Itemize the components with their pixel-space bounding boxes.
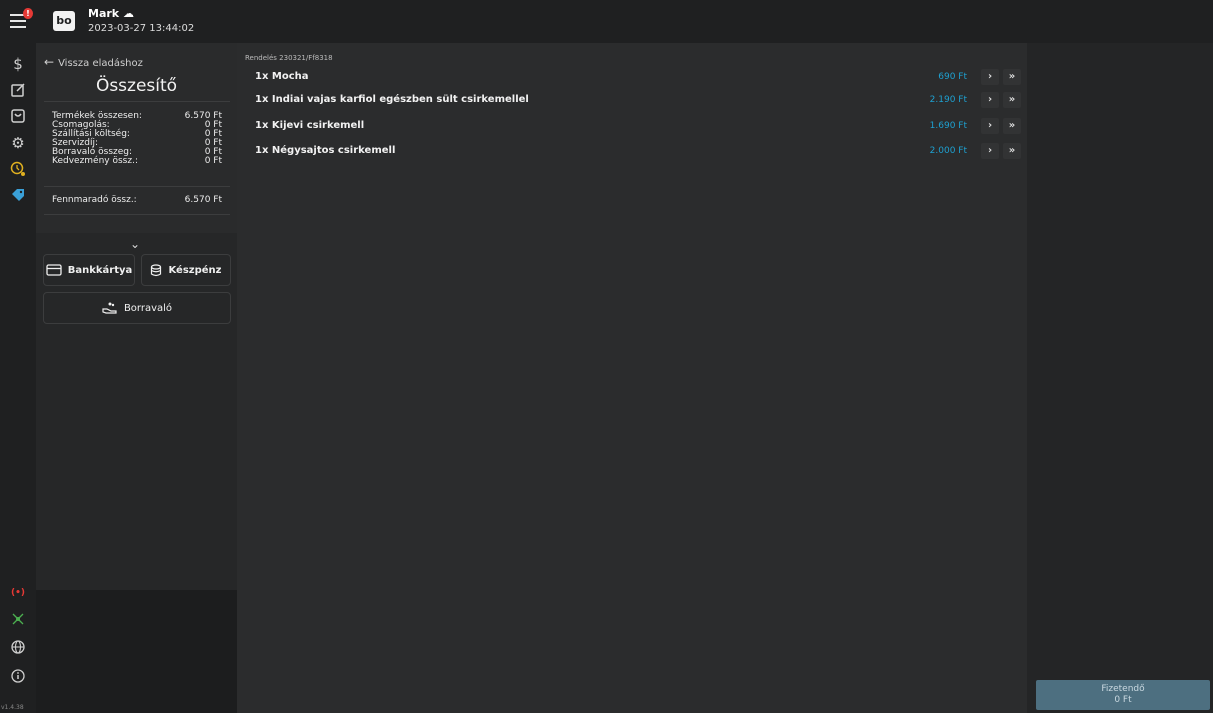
coins-icon bbox=[151, 263, 162, 276]
tip-label: Borravaló bbox=[123, 302, 173, 314]
order-item-name: 1x Kijevi csirkemell bbox=[255, 120, 365, 131]
summary-card: ← Vissza eladáshoz Összesítő Termékek öss… bbox=[36, 43, 237, 233]
order-item-name: 1x Mocha bbox=[255, 71, 309, 82]
back-label: Vissza eladáshoz bbox=[58, 58, 143, 69]
tip-button[interactable]: Borravaló bbox=[43, 292, 231, 324]
summary-row-label: Kedvezmény össz.: bbox=[52, 156, 138, 166]
top-bar: ! bo Mark ☁ 2023-03-27 13:44:02 bbox=[0, 0, 1213, 43]
tip-hand-icon bbox=[102, 302, 117, 314]
version-label: v1.4.38 bbox=[1, 704, 24, 711]
order-item-price: 2.000 Ft bbox=[929, 146, 967, 156]
arrow-left-icon: ← bbox=[44, 55, 55, 69]
cash-payment-label: Készpénz bbox=[168, 264, 222, 276]
move-all-button[interactable]: » bbox=[1003, 118, 1021, 134]
globe-icon[interactable] bbox=[8, 637, 28, 657]
notification-badge: ! bbox=[23, 8, 33, 19]
order-item-price: 690 Ft bbox=[938, 72, 967, 82]
order-item-price: 1.690 Ft bbox=[929, 121, 967, 131]
menu-icon-line bbox=[10, 20, 26, 22]
summary-row: Kedvezmény össz.: 0 Ft bbox=[52, 157, 222, 166]
checkout-button[interactable]: Fizetendő 0 Ft bbox=[1036, 680, 1210, 710]
checkout-label: Fizetendő bbox=[1101, 684, 1145, 694]
remaining-row: Fennmaradó össz.: 6.570 Ft bbox=[52, 196, 222, 205]
order-item[interactable]: 1x Kijevi csirkemell 1.690 Ft › » bbox=[255, 118, 1025, 134]
menu-button[interactable]: ! bbox=[10, 8, 33, 28]
move-one-button[interactable]: › bbox=[981, 92, 999, 108]
remaining-value: 6.570 Ft bbox=[184, 195, 222, 205]
gear-icon[interactable]: ⚙ bbox=[8, 133, 28, 153]
back-to-sale-link[interactable]: ← Vissza eladáshoz bbox=[44, 55, 143, 69]
move-one-button[interactable]: › bbox=[981, 118, 999, 134]
menu-icon-line bbox=[10, 26, 26, 28]
move-all-button[interactable]: » bbox=[1003, 92, 1021, 108]
order-number: Rendelés 230321/Ff8318 bbox=[245, 54, 333, 62]
summary-row-value: 0 Ft bbox=[204, 156, 222, 166]
order-item-name: 1x Indiai vajas karfiol egészben sült cs… bbox=[255, 94, 529, 105]
page-title: Összesítő bbox=[95, 76, 178, 96]
clock-alert-icon[interactable] bbox=[8, 159, 28, 179]
shopping-bag-icon[interactable] bbox=[8, 106, 28, 126]
user-name: Mark ☁ bbox=[88, 7, 134, 20]
card-payment-label: Bankkártya bbox=[67, 264, 133, 276]
divider bbox=[44, 186, 230, 187]
network-icon bbox=[8, 609, 28, 629]
move-all-button[interactable]: » bbox=[1003, 69, 1021, 85]
move-all-button[interactable]: » bbox=[1003, 143, 1021, 159]
tag-icon[interactable] bbox=[8, 185, 28, 205]
card-payment-button[interactable]: Bankkártya bbox=[43, 254, 135, 286]
right-panel bbox=[1027, 43, 1213, 713]
info-icon[interactable] bbox=[8, 666, 28, 686]
edit-icon[interactable] bbox=[8, 80, 28, 100]
chevron-down-icon[interactable]: ⌄ bbox=[130, 237, 140, 251]
order-list: Rendelés 230321/Ff8318 1x Mocha 690 Ft ›… bbox=[237, 43, 1027, 713]
datetime: 2023-03-27 13:44:02 bbox=[88, 23, 195, 34]
summary-panel: ← Vissza eladáshoz Összesítő Termékek öss… bbox=[36, 43, 237, 713]
order-item-name: 1x Négysajtos csirkemell bbox=[255, 145, 396, 156]
signal-icon: (•) bbox=[11, 588, 25, 598]
order-item[interactable]: 1x Négysajtos csirkemell 2.000 Ft › » bbox=[255, 143, 1025, 159]
payment-area: ⌄ Bankkártya Készpénz Borravaló bbox=[36, 233, 237, 590]
order-item[interactable]: 1x Indiai vajas karfiol egészben sült cs… bbox=[255, 92, 1025, 108]
dollar-icon[interactable]: $ bbox=[8, 54, 28, 74]
remaining-label: Fennmaradó össz.: bbox=[52, 195, 137, 205]
move-one-button[interactable]: › bbox=[981, 143, 999, 159]
app-logo: bo bbox=[53, 11, 75, 31]
order-item[interactable]: 1x Mocha 690 Ft › » bbox=[255, 69, 1025, 85]
cash-payment-button[interactable]: Készpénz bbox=[141, 254, 231, 286]
credit-card-icon bbox=[46, 264, 62, 276]
checkout-amount: 0 Ft bbox=[1114, 695, 1132, 705]
move-one-button[interactable]: › bbox=[981, 69, 999, 85]
divider bbox=[44, 101, 230, 102]
left-rail: $ ⚙ (•) v1.4.38 bbox=[0, 43, 36, 713]
order-item-price: 2.190 Ft bbox=[929, 95, 967, 105]
divider bbox=[44, 214, 230, 215]
